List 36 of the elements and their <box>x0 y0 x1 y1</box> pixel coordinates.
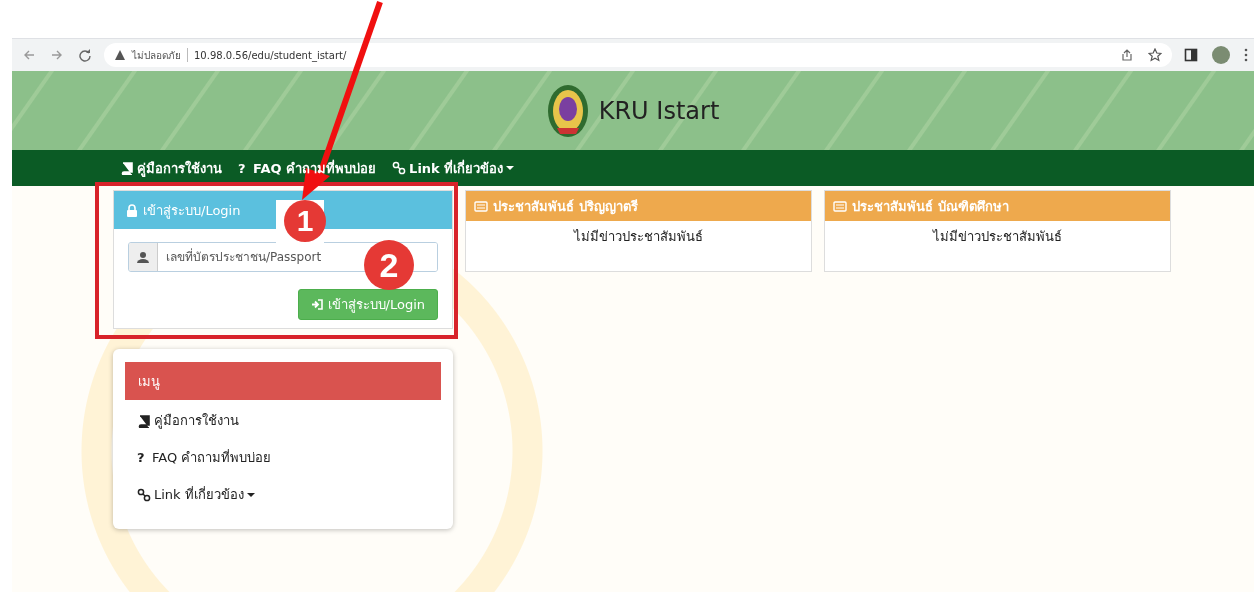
sign-in-icon <box>310 298 323 311</box>
newspaper-icon <box>474 199 488 213</box>
lock-icon <box>126 203 138 217</box>
warning-icon <box>114 49 126 61</box>
menu-link[interactable]: Link ที่เกี่ยวข้อง <box>125 476 267 513</box>
menu-link[interactable]: ? FAQ คำถามที่พบบ่อย <box>125 439 284 476</box>
panel-title: ประชาสัมพันธ์ ปริญญาตรี <box>493 197 638 217</box>
address-bar[interactable]: ไม่ปลอดภัย 10.98.0.56/edu/student_istart/ <box>104 43 1172 67</box>
side-panel-icon <box>1184 48 1198 62</box>
empty-message: ไม่มีข่าวประชาสัมพันธ์ <box>572 228 704 246</box>
menu-icon <box>1244 48 1248 62</box>
book-icon <box>120 161 134 175</box>
caret-icon <box>506 166 515 170</box>
link-icon <box>392 161 407 175</box>
user-icon <box>137 251 149 263</box>
panel-title: เข้าสู่ระบบ/Login <box>143 201 241 221</box>
reload-icon <box>78 48 92 62</box>
profile-avatar[interactable] <box>1212 46 1230 64</box>
site-title: KRU Istart <box>598 96 720 125</box>
panel-title: ประชาสัมพันธ์ บัณฑิตศึกษา <box>852 197 1009 216</box>
empty-message: ไม่มีข่าวประชาสัมพันธ์ <box>931 228 1063 246</box>
newspaper-icon <box>833 199 847 213</box>
book-icon <box>137 413 151 428</box>
menu-link[interactable]: คู่มือการใช้งาน <box>125 402 251 439</box>
url-text: 10.98.0.56/edu/student_istart/ <box>194 49 347 61</box>
forward-arrow-icon <box>50 48 64 62</box>
caret-icon <box>246 492 255 497</box>
star-icon <box>1148 48 1162 62</box>
nav-link[interactable]: คู่มือการใช้งาน <box>120 157 222 179</box>
menu-header: เมนู <box>125 362 441 400</box>
share-icon <box>1120 48 1134 62</box>
nav-link[interactable]: Link ที่เกี่ยวข้อง <box>392 157 515 179</box>
emblem-logo-icon <box>546 83 589 138</box>
link-icon <box>137 487 151 502</box>
security-label: ไม่ปลอดภัย <box>132 48 181 63</box>
back-arrow-icon <box>22 48 36 62</box>
